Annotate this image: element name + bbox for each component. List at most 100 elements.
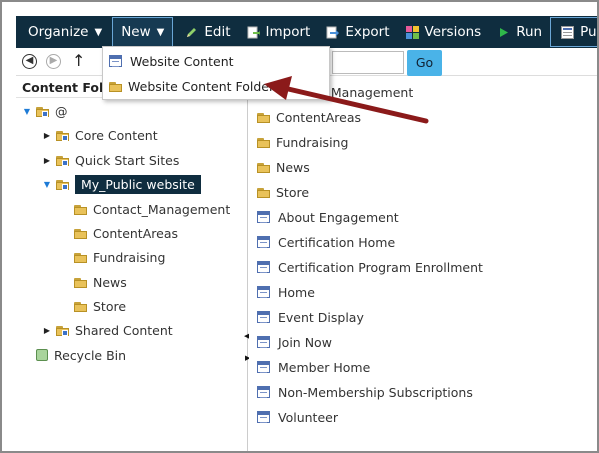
expand-right-icon[interactable]: ▶ bbox=[42, 156, 52, 165]
tree-item-label: Quick Start Sites bbox=[75, 152, 180, 168]
chevron-down-icon: ▼ bbox=[94, 26, 103, 38]
import-icon bbox=[247, 26, 260, 39]
back-arrow-icon[interactable]: ◀ bbox=[22, 54, 37, 69]
tree-item-quick-start-sites[interactable]: ▶ Quick Start Sites bbox=[42, 149, 179, 171]
page-icon bbox=[109, 55, 122, 67]
play-icon bbox=[497, 26, 510, 39]
tree-item-recycle-bin[interactable]: Recycle Bin bbox=[36, 344, 126, 366]
menu-item-label: Website Content Folder bbox=[128, 78, 275, 94]
content-list-panel: Contact_Management ContentAreas Fundraisin… bbox=[249, 76, 597, 451]
page-icon bbox=[257, 336, 270, 348]
list-item[interactable]: News bbox=[257, 156, 310, 178]
folder-icon bbox=[74, 301, 87, 312]
list-item[interactable]: Event Display bbox=[257, 306, 364, 328]
tree-item-label: Contact_Management bbox=[93, 201, 231, 217]
list-item-label: Certification Home bbox=[278, 234, 396, 250]
expand-down-icon[interactable]: ▼ bbox=[42, 180, 52, 189]
edit-button[interactable]: Edit bbox=[177, 16, 238, 48]
publish-button[interactable]: Publish bbox=[550, 17, 597, 47]
menu-item-label: Website Content bbox=[130, 53, 234, 69]
list-item[interactable]: Fundraising bbox=[257, 131, 348, 153]
list-item-label: Member Home bbox=[278, 359, 371, 375]
edit-label: Edit bbox=[204, 24, 231, 40]
page-icon bbox=[257, 386, 270, 398]
list-item[interactable]: ContentAreas bbox=[257, 106, 361, 128]
folder-icon bbox=[257, 137, 270, 148]
page-icon bbox=[257, 286, 270, 298]
import-button[interactable]: Import bbox=[239, 16, 319, 48]
folder-icon bbox=[36, 106, 49, 117]
content-folders-panel: Content Folders ▼ @ ▶ Core Content ▶ Qui… bbox=[16, 76, 248, 451]
tree-item-label: Recycle Bin bbox=[54, 347, 127, 363]
list-item-label: Store bbox=[276, 184, 310, 200]
folder-icon bbox=[257, 112, 270, 123]
list-item-label: Non-Membership Subscriptions bbox=[278, 384, 473, 400]
tree-item-my-public-website[interactable]: ▼ My_Public website bbox=[42, 173, 201, 195]
tree-item-root[interactable]: ▼ @ bbox=[22, 100, 68, 122]
tree-item-child[interactable]: News bbox=[74, 271, 127, 293]
list-item[interactable]: Volunteer bbox=[257, 406, 338, 428]
tree-item-label: News bbox=[93, 274, 127, 290]
go-button[interactable]: Go bbox=[407, 50, 442, 76]
new-dropdown-menu: Website Content Website Content Folder bbox=[102, 46, 330, 100]
tree-item-child[interactable]: ContentAreas bbox=[74, 222, 178, 244]
tree-item-label: My_Public website bbox=[75, 174, 201, 194]
page-icon bbox=[257, 361, 270, 373]
publish-label: Publish bbox=[580, 24, 597, 40]
tree-item-child[interactable]: Fundraising bbox=[74, 246, 165, 268]
menu-item-website-content-folder[interactable]: Website Content Folder bbox=[103, 74, 329, 98]
list-item[interactable]: About Engagement bbox=[257, 206, 399, 228]
list-item[interactable]: Store bbox=[257, 181, 309, 203]
forward-arrow-icon[interactable]: ▶ bbox=[46, 54, 61, 69]
expand-right-icon[interactable]: ▶ bbox=[42, 326, 52, 335]
list-item[interactable]: Certification Program Enrollment bbox=[257, 256, 483, 278]
folder-icon bbox=[74, 277, 87, 288]
folder-icon bbox=[257, 162, 270, 173]
menu-item-website-content[interactable]: Website Content bbox=[103, 49, 329, 73]
list-item-label: Certification Program Enrollment bbox=[278, 259, 483, 275]
list-item[interactable]: Non-Membership Subscriptions bbox=[257, 381, 473, 403]
export-label: Export bbox=[345, 24, 390, 40]
list-item[interactable]: Certification Home bbox=[257, 231, 395, 253]
folder-icon bbox=[56, 325, 69, 336]
versions-button[interactable]: Versions bbox=[398, 16, 490, 48]
list-item-label: Volunteer bbox=[278, 409, 338, 425]
tree-item-label: Store bbox=[93, 298, 127, 314]
organize-label: Organize bbox=[28, 24, 89, 40]
organize-button[interactable]: Organize ▼ bbox=[16, 16, 110, 48]
expand-down-icon[interactable]: ▼ bbox=[22, 107, 32, 116]
chevron-down-icon: ▼ bbox=[156, 26, 165, 38]
list-item[interactable]: Join Now bbox=[257, 331, 332, 353]
folder-icon bbox=[56, 179, 69, 190]
list-item-label: ContentAreas bbox=[276, 109, 361, 125]
up-arrow-icon[interactable]: ↑ bbox=[72, 51, 85, 70]
list-item[interactable]: Home bbox=[257, 281, 315, 303]
list-item-label: Join Now bbox=[278, 334, 332, 350]
list-item-label: Fundraising bbox=[276, 134, 349, 150]
export-icon bbox=[326, 26, 340, 39]
run-button[interactable]: Run bbox=[489, 16, 550, 48]
recycle-bin-icon bbox=[36, 349, 48, 361]
tree-item-child[interactable]: Contact_Management bbox=[74, 198, 230, 220]
tree-item-shared-content[interactable]: ▶ Shared Content bbox=[42, 319, 173, 341]
new-button[interactable]: New ▼ bbox=[112, 17, 174, 47]
publish-icon bbox=[561, 25, 575, 39]
expand-right-icon[interactable]: ▶ bbox=[42, 131, 52, 140]
page-icon bbox=[257, 211, 270, 223]
page-icon bbox=[257, 236, 270, 248]
tree-item-child[interactable]: Store bbox=[74, 295, 126, 317]
list-item[interactable]: Member Home bbox=[257, 356, 370, 378]
search-input[interactable] bbox=[332, 51, 404, 74]
run-label: Run bbox=[516, 24, 543, 40]
main-toolbar: Organize ▼ New ▼ Edit Import Export Vers… bbox=[16, 16, 597, 48]
tree-item-core-content[interactable]: ▶ Core Content bbox=[42, 124, 158, 146]
folder-icon bbox=[56, 130, 69, 141]
list-item-label: Home bbox=[278, 284, 315, 300]
versions-icon bbox=[405, 25, 419, 39]
list-item-label: News bbox=[276, 159, 310, 175]
tree-item-label: Fundraising bbox=[93, 249, 166, 265]
folder-icon bbox=[74, 228, 87, 239]
tree-item-label: Core Content bbox=[75, 127, 158, 143]
versions-label: Versions bbox=[424, 24, 482, 40]
export-button[interactable]: Export bbox=[318, 16, 397, 48]
